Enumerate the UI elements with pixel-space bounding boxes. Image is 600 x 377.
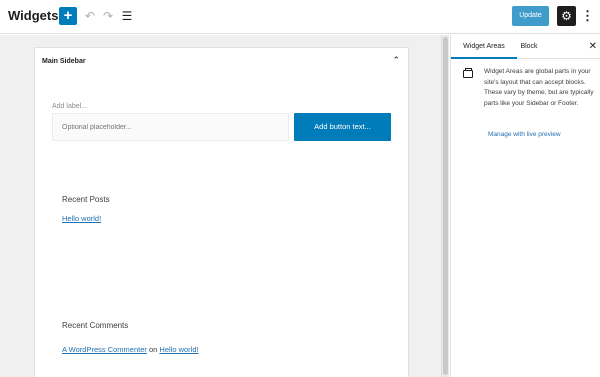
comment-post-link[interactable]: Hello world! xyxy=(159,345,198,354)
tab-widget-areas[interactable]: Widget Areas xyxy=(451,35,517,59)
sidebar-tabs: Widget Areas Block ✕ xyxy=(451,35,600,59)
recent-posts-heading: Recent Posts xyxy=(62,195,110,204)
widget-area-icon xyxy=(463,68,473,78)
search-input[interactable] xyxy=(52,113,289,141)
recent-post-link[interactable]: Hello world! xyxy=(62,214,101,223)
settings-sidebar: Widget Areas Block ✕ Widget Areas are gl… xyxy=(450,35,600,377)
plus-icon: + xyxy=(63,7,73,24)
comment-author-link[interactable]: A WordPress Commenter xyxy=(62,345,147,354)
list-view-icon: ☰ xyxy=(121,9,133,23)
editor-canvas: Main Sidebar ⌃ Add label... Add button t… xyxy=(0,35,441,377)
widget-area-title[interactable]: Main Sidebar xyxy=(42,58,86,65)
undo-icon: ↶ xyxy=(84,9,96,23)
recent-comment-item: A WordPress Commenter on Hello world! xyxy=(62,345,199,354)
comment-on-text: on xyxy=(148,345,158,354)
header-toolbar: Widgets + ↶ ↷ ☰ Update ⚙ ⋮ xyxy=(0,0,600,34)
undo-button[interactable]: ↶ xyxy=(82,8,98,24)
add-block-button[interactable]: + xyxy=(59,7,77,25)
tab-block[interactable]: Block xyxy=(517,35,541,59)
widget-area-panel: Main Sidebar ⌃ Add label... Add button t… xyxy=(34,47,409,377)
recent-comments-heading: Recent Comments xyxy=(62,321,129,330)
redo-button[interactable]: ↷ xyxy=(100,8,116,24)
redo-icon: ↷ xyxy=(102,9,114,23)
more-options-button[interactable]: ⋮ xyxy=(581,8,594,24)
update-button[interactable]: Update xyxy=(512,6,549,26)
settings-button[interactable]: ⚙ xyxy=(557,6,576,26)
search-label[interactable]: Add label... xyxy=(52,103,87,110)
canvas-scrollbar[interactable] xyxy=(441,35,449,377)
chevron-up-icon[interactable]: ⌃ xyxy=(392,55,400,66)
close-icon[interactable]: ✕ xyxy=(589,35,597,59)
scrollbar-thumb[interactable] xyxy=(443,37,448,375)
more-vertical-icon: ⋮ xyxy=(581,8,594,23)
manage-live-preview-link[interactable]: Manage with live preview xyxy=(488,131,561,138)
search-button[interactable]: Add button text... xyxy=(294,113,391,141)
list-view-button[interactable]: ☰ xyxy=(119,8,135,24)
widget-areas-description: Widget Areas are global parts in your si… xyxy=(484,68,594,107)
gear-icon: ⚙ xyxy=(561,9,572,23)
page-title: Widgets xyxy=(8,8,59,23)
